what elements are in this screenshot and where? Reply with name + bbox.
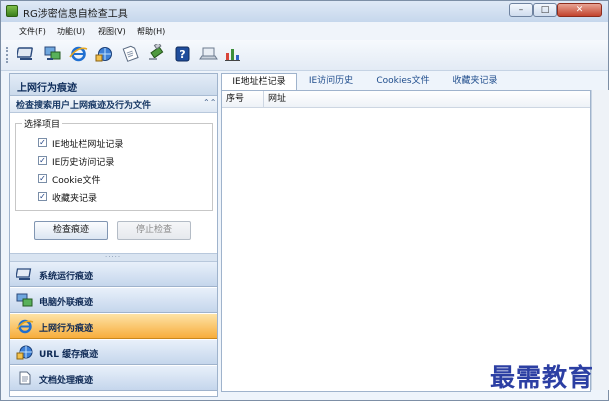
checkbox-box[interactable]: ✓ bbox=[38, 174, 47, 183]
panel-splitter[interactable]: ..... bbox=[10, 251, 217, 262]
minimize-button[interactable]: – bbox=[509, 3, 533, 17]
ie-icon[interactable] bbox=[69, 44, 88, 63]
menu-bar: 文件(F) 功能(U) 视图(V) 帮助(H) bbox=[1, 22, 608, 40]
computer-icon bbox=[15, 266, 34, 282]
nav-label: 电脑外联痕迹 bbox=[39, 298, 94, 308]
nav-url-cache[interactable]: URL 缓存痕迹 bbox=[10, 340, 217, 365]
laptop-icon[interactable] bbox=[199, 44, 218, 63]
nav-label: URL 缓存痕迹 bbox=[39, 350, 99, 360]
tab-ie-history[interactable]: IE访问历史 bbox=[301, 73, 361, 90]
network-icon bbox=[16, 292, 34, 308]
tab-ie-address[interactable]: IE地址栏记录 bbox=[221, 73, 297, 90]
title-bar[interactable]: RG涉密信息自检查工具 – □ ✕ bbox=[1, 1, 608, 22]
left-panel: 上网行为痕迹 检查搜索用户上网痕迹及行为文件 ⌃⌃ 选择项目 ✓ IE地址栏网址… bbox=[9, 73, 218, 397]
stop-check-button[interactable]: 停止检查 bbox=[117, 221, 191, 240]
panel-title: 上网行为痕迹 bbox=[17, 83, 77, 94]
document-icon[interactable] bbox=[121, 44, 140, 63]
menu-function[interactable]: 功能(U) bbox=[57, 26, 85, 37]
svg-text:?: ? bbox=[179, 48, 185, 61]
checkbox-label: 收藏夹记录 bbox=[52, 194, 98, 204]
nav-label: 文档处理痕迹 bbox=[39, 376, 94, 386]
tab-cookies[interactable]: Cookies文件 bbox=[367, 73, 439, 90]
nav-external-traces[interactable]: 电脑外联痕迹 bbox=[10, 288, 217, 313]
splitter-grip-icon: ..... bbox=[105, 251, 122, 259]
network-icon[interactable] bbox=[43, 44, 62, 63]
checkbox-label: IE历史访问记录 bbox=[52, 158, 115, 168]
ie-icon bbox=[16, 318, 34, 334]
options-body: 选择项目 ✓ IE地址栏网址记录 ✓ IE历史访问记录 ✓ Cookie文件 ✓… bbox=[10, 113, 217, 253]
app-window: RG涉密信息自检查工具 – □ ✕ 文件(F) 功能(U) 视图(V) 帮助(H… bbox=[0, 0, 609, 401]
maximize-button[interactable]: □ bbox=[533, 3, 557, 17]
menu-help[interactable]: 帮助(H) bbox=[137, 26, 165, 37]
checkbox-box[interactable]: ✓ bbox=[38, 156, 47, 165]
group-title: 选择项目 bbox=[22, 117, 63, 130]
column-header-url[interactable]: 网址 bbox=[264, 91, 590, 108]
nav-system-traces[interactable]: 系统运行痕迹 bbox=[10, 262, 217, 287]
document-icon bbox=[16, 370, 34, 386]
results-table[interactable]: 序号 网址 bbox=[221, 90, 591, 392]
window-title: RG涉密信息自检查工具 bbox=[23, 9, 128, 20]
nav-label: 上网行为痕迹 bbox=[39, 324, 94, 334]
watermark-logo: 最需教育 bbox=[490, 363, 595, 392]
checkbox-box[interactable]: ✓ bbox=[38, 192, 47, 201]
checkbox-label: IE地址栏网址记录 bbox=[52, 140, 124, 150]
nav-document-traces[interactable]: 文档处理痕迹 bbox=[10, 366, 217, 391]
vertical-scrollbar[interactable] bbox=[591, 90, 609, 390]
checkbox-label: Cookie文件 bbox=[52, 176, 101, 186]
menu-view[interactable]: 视图(V) bbox=[98, 26, 126, 37]
usb-icon[interactable] bbox=[147, 41, 166, 63]
url-cache-icon bbox=[16, 344, 34, 360]
menu-file[interactable]: 文件(F) bbox=[19, 26, 46, 37]
toolbar: ? bbox=[1, 40, 608, 71]
check-traces-button[interactable]: 检查痕迹 bbox=[34, 221, 108, 240]
nav-label: 系统运行痕迹 bbox=[39, 272, 94, 282]
section-title: 检查搜索用户上网痕迹及行为文件 bbox=[16, 101, 152, 111]
app-logo-icon bbox=[6, 5, 18, 17]
nav-internet-traces[interactable]: 上网行为痕迹 bbox=[10, 314, 217, 339]
url-cache-icon[interactable] bbox=[95, 44, 114, 63]
help-icon[interactable]: ? bbox=[173, 44, 192, 63]
collapse-chevron-icon[interactable]: ⌃⌃ bbox=[203, 98, 216, 107]
select-items-group: 选择项目 ✓ IE地址栏网址记录 ✓ IE历史访问记录 ✓ Cookie文件 ✓… bbox=[15, 117, 213, 211]
tab-strip: IE地址栏记录 IE访问历史 Cookies文件 收藏夹记录 bbox=[221, 73, 591, 91]
section-header[interactable]: 检查搜索用户上网痕迹及行为文件 ⌃⌃ bbox=[10, 96, 217, 113]
computer-icon[interactable] bbox=[16, 44, 36, 63]
chart-icon[interactable] bbox=[223, 44, 242, 63]
panel-header: 上网行为痕迹 bbox=[10, 74, 217, 96]
checkbox-box[interactable]: ✓ bbox=[38, 138, 47, 147]
tab-favorites[interactable]: 收藏夹记录 bbox=[445, 73, 505, 90]
column-header-index[interactable]: 序号 bbox=[222, 91, 264, 108]
toolbar-grip[interactable] bbox=[6, 47, 11, 63]
close-button[interactable]: ✕ bbox=[557, 3, 602, 17]
